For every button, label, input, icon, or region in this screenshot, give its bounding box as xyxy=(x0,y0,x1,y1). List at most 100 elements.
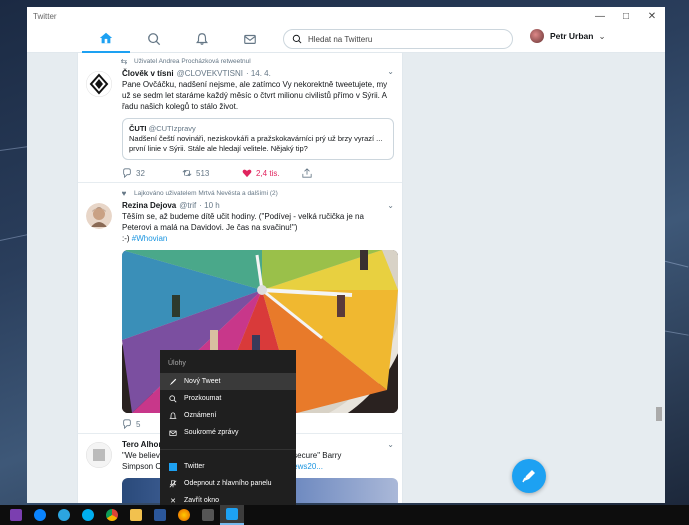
reply-count: 32 xyxy=(136,168,145,178)
tweet-time[interactable]: · 10 h xyxy=(199,201,219,210)
tweet-time[interactable]: · 14. 4. xyxy=(246,69,271,78)
title-bar: Twitter — □ ✕ xyxy=(27,7,665,25)
taskbar-skype[interactable] xyxy=(76,505,100,525)
jump-list-new-tweet[interactable]: Nový Tweet xyxy=(160,373,296,390)
jump-list-label: Zavřít okno xyxy=(184,497,220,504)
taskbar-app[interactable] xyxy=(196,505,220,525)
jump-list-notifications[interactable]: Oznámení xyxy=(160,407,296,424)
scrollbar-thumb[interactable] xyxy=(656,407,662,421)
messenger-icon xyxy=(34,509,46,521)
chrome-icon xyxy=(106,509,118,521)
jump-list-header: Úlohy xyxy=(168,360,186,367)
share-icon xyxy=(302,168,312,178)
context-text: Uživatel Andrea Procházková retweetnul xyxy=(134,58,251,65)
avatar[interactable] xyxy=(86,71,112,97)
tab-explore[interactable] xyxy=(130,25,178,53)
retweet-context: ⇆ Uživatel Andrea Procházková retweetnul xyxy=(118,57,394,66)
quote-author-name: ČUTI xyxy=(129,124,147,133)
jump-list-app-twitter[interactable]: Twitter xyxy=(160,458,296,475)
compose-icon xyxy=(169,378,177,385)
reply-icon xyxy=(123,168,131,178)
twitter-logo-icon xyxy=(226,508,238,520)
bell-icon xyxy=(169,411,177,419)
tweet-actions: 32 513 2,4 tis. xyxy=(122,168,394,178)
avatar[interactable] xyxy=(86,442,112,468)
app-icon xyxy=(202,509,214,521)
wallpaper-streak xyxy=(661,330,689,336)
chevron-down-icon[interactable]: ⌄ xyxy=(387,67,394,76)
jump-list-label: Soukromé zprávy xyxy=(184,429,239,436)
like-count: 2,4 tis. xyxy=(256,168,280,178)
quoted-tweet[interactable]: ČUTI @CUTIzpravy Nadšení čeští novináři,… xyxy=(122,118,394,160)
avatar xyxy=(530,29,544,43)
taskbar-messenger[interactable] xyxy=(28,505,52,525)
author-handle[interactable]: @CLOVEKVTISNI xyxy=(177,69,243,78)
chevron-down-icon[interactable]: ⌄ xyxy=(387,440,394,449)
jump-list-messages[interactable]: Soukromé zprávy xyxy=(160,424,296,441)
chevron-down-icon: ⌄ xyxy=(598,30,606,41)
retweet-button[interactable]: 513 xyxy=(182,168,242,178)
search-input[interactable]: Hledat na Twitteru xyxy=(283,29,513,49)
jump-list-explore[interactable]: Prozkoumat xyxy=(160,390,296,407)
taskbar-word[interactable] xyxy=(148,505,172,525)
close-button[interactable]: ✕ xyxy=(639,11,665,22)
tweet-text-emoticon: :-) xyxy=(122,234,132,243)
tweet-text-body: Těším se, až budeme dítě učit hodiny. ("… xyxy=(122,212,364,232)
taskbar-telegram[interactable] xyxy=(52,505,76,525)
reply-button[interactable]: 32 xyxy=(122,168,182,178)
taskbar-firefox[interactable] xyxy=(172,505,196,525)
author-handle[interactable]: @trif xyxy=(179,201,196,210)
search-icon xyxy=(169,394,177,402)
tab-home[interactable] xyxy=(82,25,130,53)
context-text: Lajkováno uživatelem Mrtvá Nevěsta a dal… xyxy=(134,190,278,197)
compose-tweet-button[interactable] xyxy=(512,459,546,493)
heart-icon: ♥ xyxy=(121,189,127,198)
tab-messages[interactable] xyxy=(226,25,274,53)
bell-icon xyxy=(196,33,208,45)
tab-notifications[interactable] xyxy=(178,25,226,53)
chevron-down-icon[interactable]: ⌄ xyxy=(387,201,394,210)
wallpaper-streak xyxy=(0,145,30,151)
jump-list-unpin[interactable]: Odepnout z hlavního panelu xyxy=(160,475,296,492)
like-button[interactable]: 2,4 tis. xyxy=(242,168,302,178)
account-menu[interactable]: Petr Urban ⌄ xyxy=(530,29,606,43)
tweet[interactable]: ⇆ Uživatel Andrea Procházková retweetnul… xyxy=(78,53,402,183)
search-icon xyxy=(292,34,302,44)
retweet-icon xyxy=(182,169,192,177)
minimize-button[interactable]: — xyxy=(587,11,613,22)
user-name: Petr Urban xyxy=(550,31,594,41)
wallpaper-streak xyxy=(661,260,689,268)
compose-icon xyxy=(522,470,535,483)
quote-text: Nadšení čeští novináři, neziskovkáři a p… xyxy=(129,134,383,153)
avatar[interactable] xyxy=(86,203,112,229)
hashtag-link[interactable]: #Whovian xyxy=(132,234,168,243)
share-button[interactable] xyxy=(302,168,362,178)
author-name[interactable]: Rezina Dejova xyxy=(122,201,176,210)
tweet-text: Těším se, až budeme dítě učit hodiny. ("… xyxy=(122,211,394,244)
search-placeholder: Hledat na Twitteru xyxy=(308,34,373,44)
search-icon xyxy=(148,33,161,46)
jump-list-label: Odepnout z hlavního panelu xyxy=(184,480,272,487)
window-controls: — □ ✕ xyxy=(587,11,665,22)
jump-list-label: Prozkoumat xyxy=(184,395,222,402)
jump-list-divider xyxy=(160,449,296,450)
top-navigation: Hledat na Twitteru Petr Urban ⌄ xyxy=(27,25,665,53)
envelope-icon xyxy=(244,34,256,44)
author-name[interactable]: Člověk v tísni xyxy=(122,69,174,78)
maximize-button[interactable]: □ xyxy=(613,11,639,22)
word-icon xyxy=(154,509,166,521)
tweet-header: Člověk v tísni @CLOVEKVTISNI · 14. 4. xyxy=(122,69,394,78)
retweet-icon: ⇆ xyxy=(120,57,128,66)
taskbar-twitter[interactable] xyxy=(220,505,244,525)
author-name[interactable]: Tero Alhon xyxy=(122,440,163,449)
taskbar-chrome[interactable] xyxy=(100,505,124,525)
close-icon: ✕ xyxy=(170,497,176,505)
skype-icon xyxy=(82,509,94,521)
tweet-text-body: "We believe xyxy=(122,451,165,460)
reply-count: 5 xyxy=(136,419,141,429)
taskbar-file-explorer[interactable] xyxy=(124,505,148,525)
wallpaper-streak xyxy=(0,234,28,241)
taskbar-onenote[interactable] xyxy=(4,505,28,525)
tweet-header: Rezina Dejova @trif · 10 h xyxy=(122,201,394,210)
tweet-text: Pane Ovčáčku, nadšení nejsme, ale zatímc… xyxy=(122,80,388,111)
